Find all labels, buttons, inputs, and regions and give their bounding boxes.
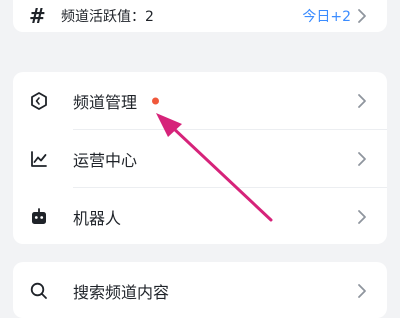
- chevron-right-icon: [358, 283, 366, 298]
- chevron-right-icon: [358, 151, 366, 166]
- shield-hexagon-icon: [31, 91, 47, 110]
- chevron-right-icon: [358, 9, 366, 23]
- trend-chart-icon: [31, 150, 47, 167]
- menu-item-label: 机器人: [73, 208, 122, 228]
- notification-dot: [152, 97, 159, 104]
- channel-activity-label: 频道活跃值：2: [61, 9, 154, 25]
- menu-card: 频道管理 运营中心 机器人: [13, 72, 387, 244]
- menu-item-label: 频道管理: [73, 92, 138, 112]
- menu-item-label: 运营中心: [73, 150, 138, 170]
- menu-item-operations-center[interactable]: 运营中心: [13, 130, 387, 187]
- search-card[interactable]: 搜索频道内容: [13, 262, 387, 318]
- robot-icon: [32, 207, 46, 224]
- menu-item-robot[interactable]: 机器人: [13, 188, 387, 244]
- chevron-right-icon: [358, 93, 366, 108]
- hash-icon: #: [29, 4, 46, 28]
- channel-activity-row[interactable]: # 频道活跃值：2 今日+2: [13, 0, 387, 32]
- search-icon: [30, 282, 47, 299]
- chevron-right-icon: [358, 209, 366, 224]
- today-increment: 今日+2: [302, 9, 351, 25]
- channel-activity-card[interactable]: # 频道活跃值：2 今日+2: [13, 0, 387, 32]
- menu-item-channel-management[interactable]: 频道管理: [13, 72, 387, 129]
- search-channel-content-item[interactable]: 搜索频道内容: [13, 262, 387, 318]
- search-label: 搜索频道内容: [73, 282, 170, 302]
